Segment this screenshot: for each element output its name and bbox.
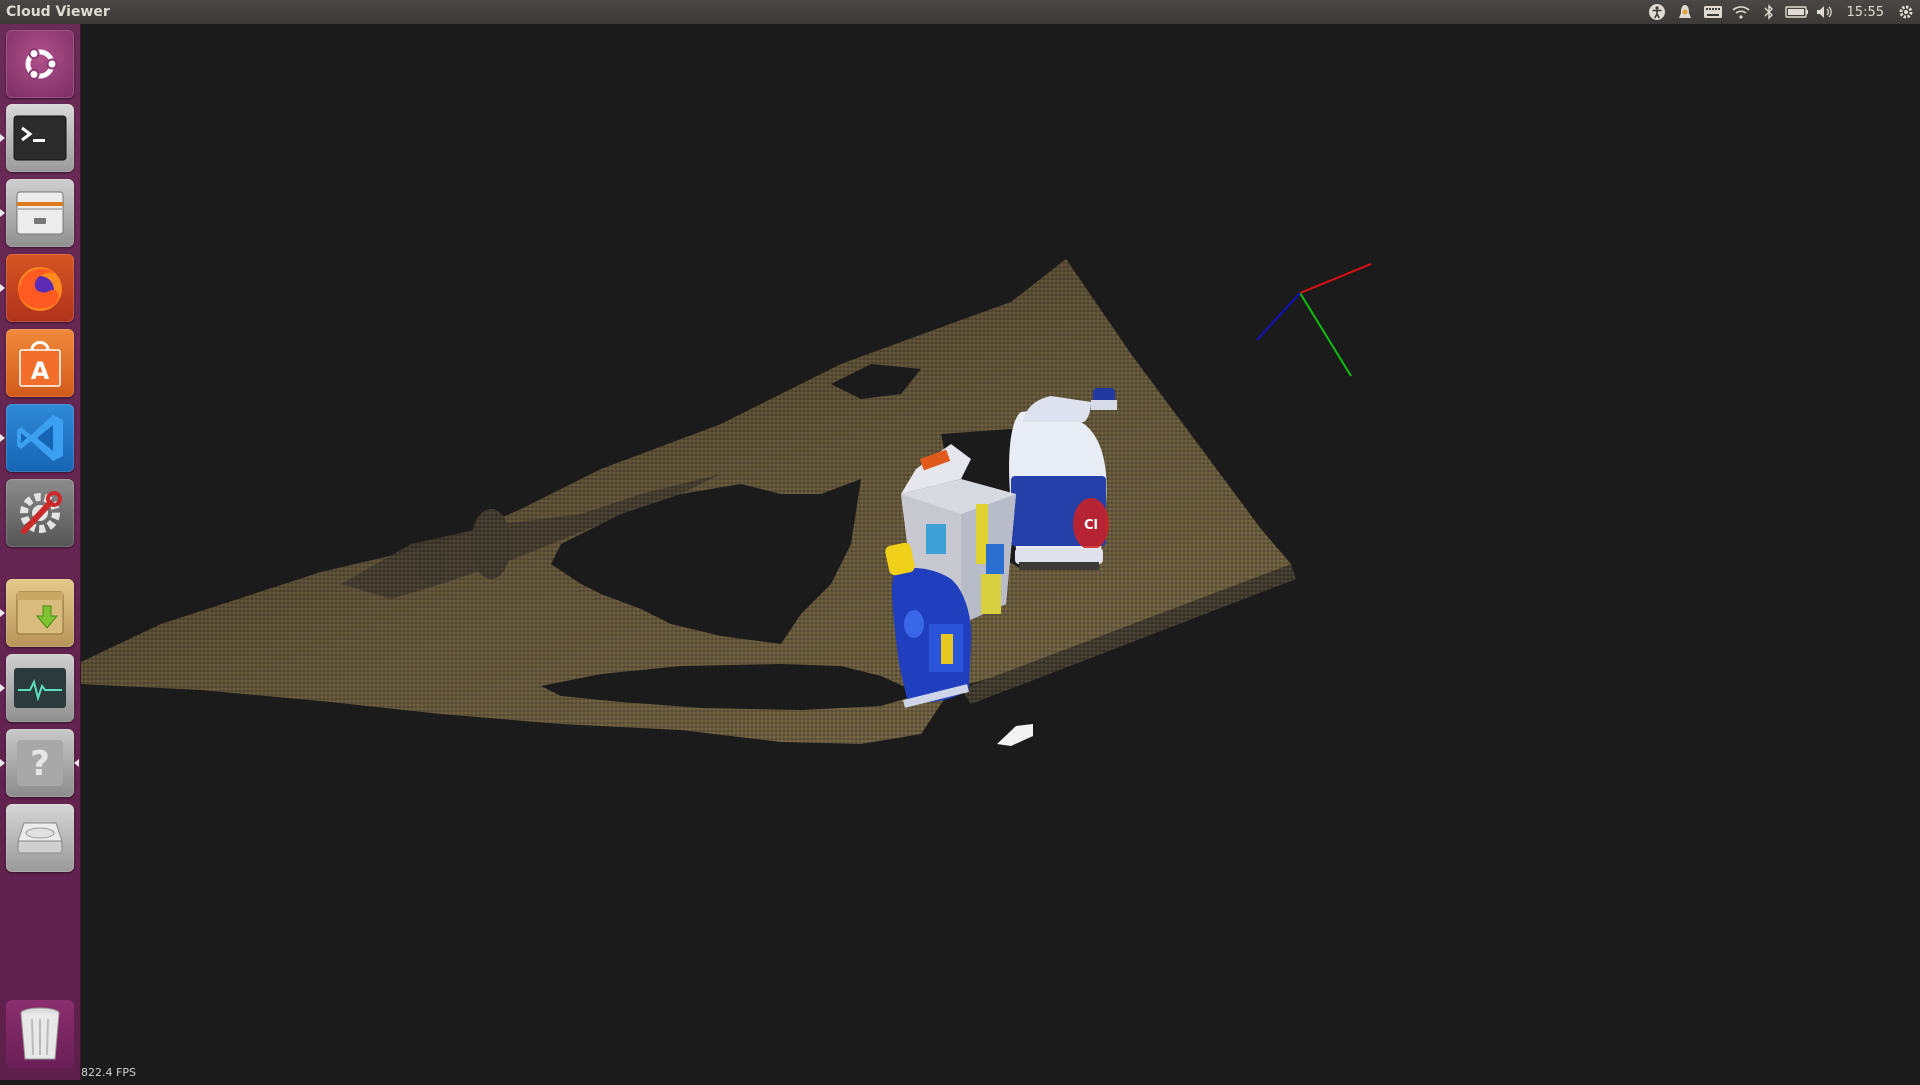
hard-drive-icon [17,822,63,854]
x-axis [1299,263,1372,294]
settings-wrench-icon [20,491,62,534]
launcher-item-software-center[interactable]: A [6,329,74,397]
top-panel: Cloud Viewer 15:55 [0,0,1920,24]
clock[interactable]: 15:55 [1839,5,1892,20]
active-indicator [74,759,79,767]
coordinate-axes [1256,263,1372,377]
launcher: A ? [0,24,81,1080]
launcher-item-archive-manager[interactable] [6,579,74,647]
monitor-pulse-icon [14,668,66,708]
white-artifact [997,724,1033,746]
wifi-icon[interactable] [1727,0,1755,24]
z-axis [1256,292,1301,341]
settings-gear-icon[interactable] [1892,0,1920,24]
launcher-item-system-monitor[interactable] [6,654,74,722]
bluetooth-icon[interactable] [1755,0,1783,24]
y-axis [1299,292,1352,377]
trash-icon [20,1007,60,1060]
firefox-icon [18,267,62,311]
update-notifier-icon[interactable] [1671,0,1699,24]
launcher-item-system-settings[interactable] [6,479,74,547]
keyboard-icon[interactable] [1699,0,1727,24]
launcher-item-help[interactable]: ? [6,729,74,797]
launcher-item-terminal[interactable] [6,104,74,172]
svg-text:Cl: Cl [1084,518,1098,533]
accessibility-icon[interactable] [1643,0,1671,24]
window-title: Cloud Viewer [6,4,110,20]
point-cloud-canvas: Cl [81,259,1372,746]
launcher-item-files[interactable] [6,179,74,247]
download-box-icon [16,591,64,635]
indicator-area: 15:55 [1643,0,1920,24]
launcher-item-trash[interactable] [6,1000,74,1068]
fps-counter: 822.4 FPS [81,1066,136,1079]
ubuntu-logo-icon [25,48,58,80]
launcher-item-drive[interactable] [6,804,74,872]
launcher-item-vscode[interactable] [6,404,74,472]
launcher-item-firefox[interactable] [6,254,74,322]
help-icon: ? [17,740,63,786]
point-cloud-viewport[interactable]: Cl [81,24,1920,1080]
vscode-icon [17,415,63,461]
launcher-item-dash[interactable] [6,30,74,98]
volume-icon[interactable] [1811,0,1839,24]
svg-text:A: A [31,357,50,385]
shopping-bag-icon: A [19,341,61,387]
svg-text:?: ? [30,744,50,784]
file-cabinet-icon [16,191,64,235]
battery-icon[interactable] [1783,0,1811,24]
terminal-icon [13,115,67,161]
